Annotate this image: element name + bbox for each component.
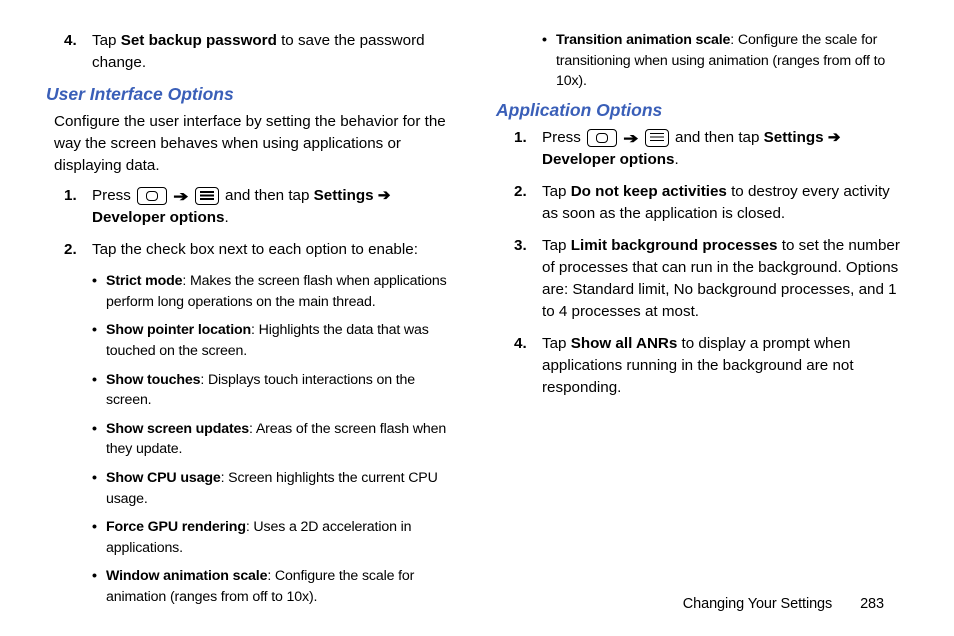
- step-text: Tap Do not keep activities to destroy ev…: [542, 181, 906, 225]
- bullet-item: • Show screen updates: Areas of the scre…: [92, 419, 456, 460]
- bullet-dot: •: [92, 320, 106, 361]
- bullet-text: Window animation scale: Configure the sc…: [106, 566, 456, 607]
- bullet-text: Show touches: Displays touch interaction…: [106, 370, 456, 411]
- step-number: 1.: [64, 185, 92, 229]
- page-number: 283: [860, 596, 884, 612]
- page-footer: Changing Your Settings 283: [683, 596, 884, 612]
- step-number: 3.: [514, 235, 542, 323]
- bullet-dot: •: [92, 468, 106, 509]
- bullet-dot: •: [92, 566, 106, 607]
- footer-label: Changing Your Settings: [683, 596, 832, 612]
- list-item: 4. Tap Set backup password to save the p…: [64, 30, 456, 74]
- step-text: Tap Limit background processes to set th…: [542, 235, 906, 323]
- step-text: Press ➔ and then tap Settings ➔ Develope…: [542, 127, 906, 171]
- step-number: 1.: [514, 127, 542, 171]
- bullet-item: • Window animation scale: Configure the …: [92, 566, 456, 607]
- step-number: 2.: [514, 181, 542, 225]
- bullet-item: • Show CPU usage: Screen highlights the …: [92, 468, 456, 509]
- right-column: • Transition animation scale: Configure …: [496, 30, 906, 616]
- list-item: 4. Tap Show all ANRs to display a prompt…: [514, 333, 906, 399]
- bullet-dot: •: [92, 517, 106, 558]
- bullet-dot: •: [92, 370, 106, 411]
- arrow-icon: ➔: [173, 186, 188, 206]
- bullet-item: • Show pointer location: Highlights the …: [92, 320, 456, 361]
- list-item: 2. Tap the check box next to each option…: [64, 239, 456, 261]
- bullet-text: Transition animation scale: Configure th…: [556, 30, 906, 92]
- bullet-text: Show screen updates: Areas of the screen…: [106, 419, 456, 460]
- page-content: 4. Tap Set backup password to save the p…: [0, 0, 954, 616]
- arrow-icon: ➔: [623, 128, 638, 148]
- list-item: 2. Tap Do not keep activities to destroy…: [514, 181, 906, 225]
- bullet-item: • Transition animation scale: Configure …: [542, 30, 906, 92]
- section-heading: User Interface Options: [46, 84, 456, 105]
- step-number: 4.: [514, 333, 542, 399]
- menu-button-icon: [645, 129, 669, 147]
- paragraph: Configure the user interface by setting …: [54, 111, 456, 177]
- bullet-dot: •: [542, 30, 556, 92]
- bullet-dot: •: [92, 271, 106, 312]
- home-button-icon: [137, 187, 167, 205]
- bullet-item: • Force GPU rendering: Uses a 2D acceler…: [92, 517, 456, 558]
- bullet-text: Strict mode: Makes the screen flash when…: [106, 271, 456, 312]
- bullet-text: Show CPU usage: Screen highlights the cu…: [106, 468, 456, 509]
- bullet-text: Show pointer location: Highlights the da…: [106, 320, 456, 361]
- bullet-text: Force GPU rendering: Uses a 2D accelerat…: [106, 517, 456, 558]
- menu-button-icon: [195, 187, 219, 205]
- list-item: 1. Press ➔ and then tap Settings ➔ Devel…: [64, 185, 456, 229]
- home-button-icon: [587, 129, 617, 147]
- step-number: 2.: [64, 239, 92, 261]
- bullet-item: • Strict mode: Makes the screen flash wh…: [92, 271, 456, 312]
- bullet-item: • Show touches: Displays touch interacti…: [92, 370, 456, 411]
- section-heading: Application Options: [496, 100, 906, 121]
- list-item: 3. Tap Limit background processes to set…: [514, 235, 906, 323]
- left-column: 4. Tap Set backup password to save the p…: [46, 30, 456, 616]
- bullet-dot: •: [92, 419, 106, 460]
- step-number: 4.: [64, 30, 92, 74]
- list-item: 1. Press ➔ and then tap Settings ➔ Devel…: [514, 127, 906, 171]
- step-text: Tap Show all ANRs to display a prompt wh…: [542, 333, 906, 399]
- step-text: Press ➔ and then tap Settings ➔ Develope…: [92, 185, 456, 229]
- step-text: Tap the check box next to each option to…: [92, 239, 456, 261]
- step-text: Tap Set backup password to save the pass…: [92, 30, 456, 74]
